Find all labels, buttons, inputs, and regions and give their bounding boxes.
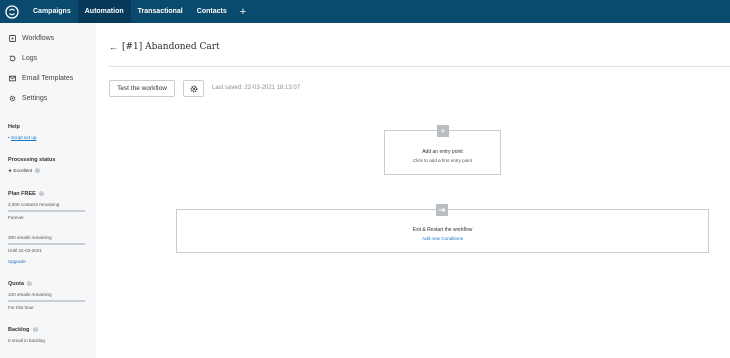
backlog-heading-label: Backlog xyxy=(8,327,30,333)
add-entry-plus-icon[interactable]: + xyxy=(437,125,449,137)
sidebar-item-settings[interactable]: Settings xyxy=(8,94,47,102)
script-setup-label: Script set up xyxy=(10,135,37,140)
contacts-period: Forever xyxy=(8,215,24,220)
contacts-progress-bar xyxy=(8,210,85,212)
star-icon: ★ xyxy=(8,168,13,173)
plan-heading-label: Plan FREE xyxy=(8,191,36,197)
workflows-icon xyxy=(8,34,16,42)
logs-icon xyxy=(8,54,16,62)
processing-status-heading: Processing status xyxy=(8,157,56,163)
help-icon[interactable]: ? xyxy=(35,168,41,174)
last-saved-status: Last saved: 22-03-2021 18:13:07 xyxy=(212,85,301,91)
emails-remaining: 300 emails remaining xyxy=(8,235,52,240)
add-tab-button[interactable]: + xyxy=(234,0,252,23)
quota-period: For this hour xyxy=(8,305,34,310)
gear-icon xyxy=(8,94,16,102)
tab-contacts[interactable]: Contacts xyxy=(190,0,234,23)
tab-campaigns[interactable]: Campaigns xyxy=(26,0,78,23)
exit-restart-card[interactable]: Exit & Restart the workflow Add new Cond… xyxy=(176,204,709,253)
help-icon[interactable]: ? xyxy=(32,327,38,333)
sidebar-item-label: Settings xyxy=(22,94,48,102)
backlog-value: 0 email in backlog xyxy=(8,338,45,343)
tab-transactional[interactable]: Transactional xyxy=(131,0,190,23)
quota-progress-bar xyxy=(8,300,85,302)
app-logo-icon[interactable] xyxy=(2,0,22,23)
sidebar: Workflows Logs Email Templates Settings … xyxy=(0,23,96,358)
exit-restart-title: Exit & Restart the workflow xyxy=(412,227,473,233)
backlog-heading: Backlog ? xyxy=(8,327,38,333)
script-setup-link[interactable]: • Script set up xyxy=(8,135,36,140)
quota-emails: 100 emails remaining xyxy=(8,292,52,297)
sidebar-item-logs[interactable]: Logs xyxy=(8,54,37,62)
contacts-remaining: 2,000 contacts remaining xyxy=(8,202,60,207)
entry-point-subtitle: Click to add a first entry point xyxy=(412,158,473,163)
entry-point-card[interactable]: + Add an entry point Click to add a firs… xyxy=(384,125,501,175)
email-templates-icon xyxy=(8,74,16,82)
quota-heading: Quota ? xyxy=(8,281,33,287)
sidebar-item-workflows[interactable]: Workflows xyxy=(8,34,54,42)
sidebar-item-label: Email Templates xyxy=(22,74,74,82)
exit-arrow-icon xyxy=(436,204,448,216)
page-title: ← [#1] Abandoned Cart xyxy=(109,42,220,52)
processing-status-label: Excellent xyxy=(13,168,33,173)
quota-heading-label: Quota xyxy=(8,281,24,287)
gear-icon xyxy=(190,80,198,98)
header-divider xyxy=(109,66,730,67)
entry-point-title: Add an entry point xyxy=(422,149,463,155)
emails-progress-bar xyxy=(8,243,85,245)
top-nav: Campaigns Automation Transactional Conta… xyxy=(0,0,730,23)
tab-automation[interactable]: Automation xyxy=(77,0,131,23)
workflow-settings-button[interactable] xyxy=(183,80,204,97)
sidebar-item-label: Logs xyxy=(22,54,38,62)
emails-until: Until 22-03-2021 xyxy=(8,248,42,253)
help-heading: Help xyxy=(8,124,20,130)
sidebar-item-email-templates[interactable]: Email Templates xyxy=(8,74,73,82)
help-icon[interactable]: ? xyxy=(27,281,33,287)
workflow-title: [#1] Abandoned Cart xyxy=(122,42,220,52)
sidebar-item-label: Workflows xyxy=(22,34,55,42)
plan-heading: Plan FREE ? xyxy=(8,191,45,197)
back-arrow-icon[interactable]: ← xyxy=(109,42,118,52)
add-conditions-link[interactable]: Add new Conditions xyxy=(177,236,708,241)
upgrade-link[interactable]: Upgrade xyxy=(8,259,26,264)
test-workflow-button[interactable]: Test the workflow xyxy=(109,80,175,97)
help-icon[interactable]: ? xyxy=(39,191,45,197)
processing-status-value: ★ Excellent ? xyxy=(8,168,41,174)
